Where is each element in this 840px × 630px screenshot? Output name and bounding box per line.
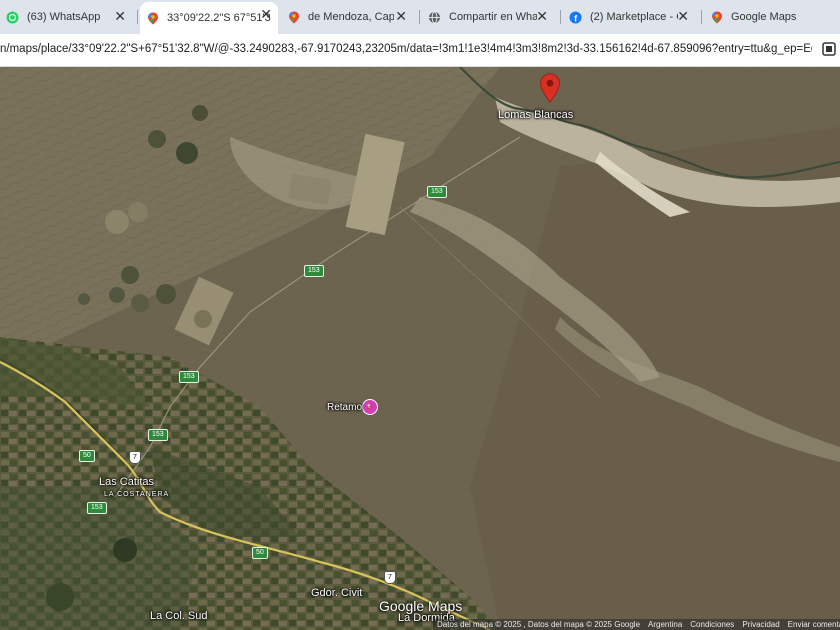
satellite-map[interactable]: Lomas Blancas ⛽ Retamo Las Catitas LA CO… [0, 67, 840, 630]
road-shield-153: 153 [87, 502, 107, 514]
maps-pin-icon [710, 11, 723, 24]
tab-compartir[interactable]: Compartir en Whats ✕ [428, 4, 554, 30]
google-maps-logo: Google Maps [379, 598, 463, 614]
tab-marketplace[interactable]: f (2) Marketplace - CA ✕ [569, 4, 695, 30]
road-shield-50: 50 [79, 450, 95, 462]
national-route-shield-7: 7 [384, 571, 396, 584]
terms-link[interactable]: Condiciones [686, 619, 738, 630]
tab-mendoza[interactable]: de Mendoza, Capital ✕ [287, 4, 413, 30]
tab-separator [419, 10, 420, 24]
tab-label: Compartir en Whats [449, 11, 537, 23]
tab-label: (2) Marketplace - CA [590, 11, 678, 23]
close-tab-icon[interactable]: ✕ [677, 8, 689, 25]
close-tab-icon[interactable]: ✕ [536, 8, 548, 25]
maps-pin-icon [287, 11, 300, 24]
place-label-lomas-blancas[interactable]: Lomas Blancas [498, 109, 573, 121]
location-pin-icon[interactable] [539, 73, 561, 103]
tab-label: (63) WhatsApp [27, 11, 101, 23]
close-tab-icon[interactable]: ✕ [114, 8, 126, 25]
facebook-icon: f [569, 11, 582, 24]
close-tab-icon[interactable]: ✕ [260, 6, 272, 23]
tab-coordinates[interactable]: 33°09'22.2"S 67°51'3 ✕ [140, 2, 278, 34]
satellite-imagery [0, 67, 840, 630]
tab-whatsapp[interactable]: (63) WhatsApp ✕ [6, 4, 132, 30]
road-shield-153: 153 [148, 429, 168, 441]
road-shield-153: 153 [304, 265, 324, 277]
address-bar[interactable]: n/maps/place/33°09'22.2"S+67°51'32.8"W/@… [0, 34, 840, 67]
national-route-shield-7: 7 [129, 451, 141, 464]
tab-separator [137, 10, 138, 24]
place-label-la-costanera[interactable]: LA COSTANERA [104, 491, 169, 498]
extension-icon[interactable] [822, 42, 836, 56]
tab-google-maps[interactable]: Google Maps [710, 4, 840, 30]
map-attribution-bar: Datos del mapa © 2025 , Datos del mapa ©… [433, 619, 840, 630]
browser-tab-strip: (63) WhatsApp ✕ 33°09'22.2"S 67°51'3 ✕ d… [0, 0, 840, 34]
gas-station-icon[interactable]: ⛽ [362, 399, 378, 415]
tab-label: de Mendoza, Capital [308, 11, 394, 23]
report-link[interactable]: Enviar comentarios [784, 619, 840, 630]
place-label-gdor-civit[interactable]: Gdor. Civit [311, 587, 362, 599]
url-text[interactable]: n/maps/place/33°09'22.2"S+67°51'32.8"W/@… [0, 43, 812, 55]
tab-label: Google Maps [731, 11, 797, 23]
privacy-link[interactable]: Privacidad [738, 619, 783, 630]
globe-icon [428, 11, 441, 24]
whatsapp-icon [6, 11, 19, 24]
place-label-las-catitas[interactable]: Las Catitas [99, 476, 154, 488]
tab-label: 33°09'22.2"S 67°51'3 [167, 12, 271, 24]
tab-separator [701, 10, 702, 24]
maps-pin-icon [146, 12, 159, 25]
road-shield-153: 153 [179, 371, 199, 383]
close-tab-icon[interactable]: ✕ [395, 8, 407, 25]
tab-separator [560, 10, 561, 24]
attribution-data: Datos del mapa © 2025 , Datos del mapa ©… [437, 620, 641, 629]
place-label-retamo[interactable]: Retamo [327, 402, 362, 413]
road-shield-50: 50 [252, 547, 268, 559]
road-shield-153: 153 [427, 186, 447, 198]
attribution-country[interactable]: Argentina [644, 619, 686, 630]
place-label-la-col-sud[interactable]: La Col. Sud [150, 610, 207, 622]
